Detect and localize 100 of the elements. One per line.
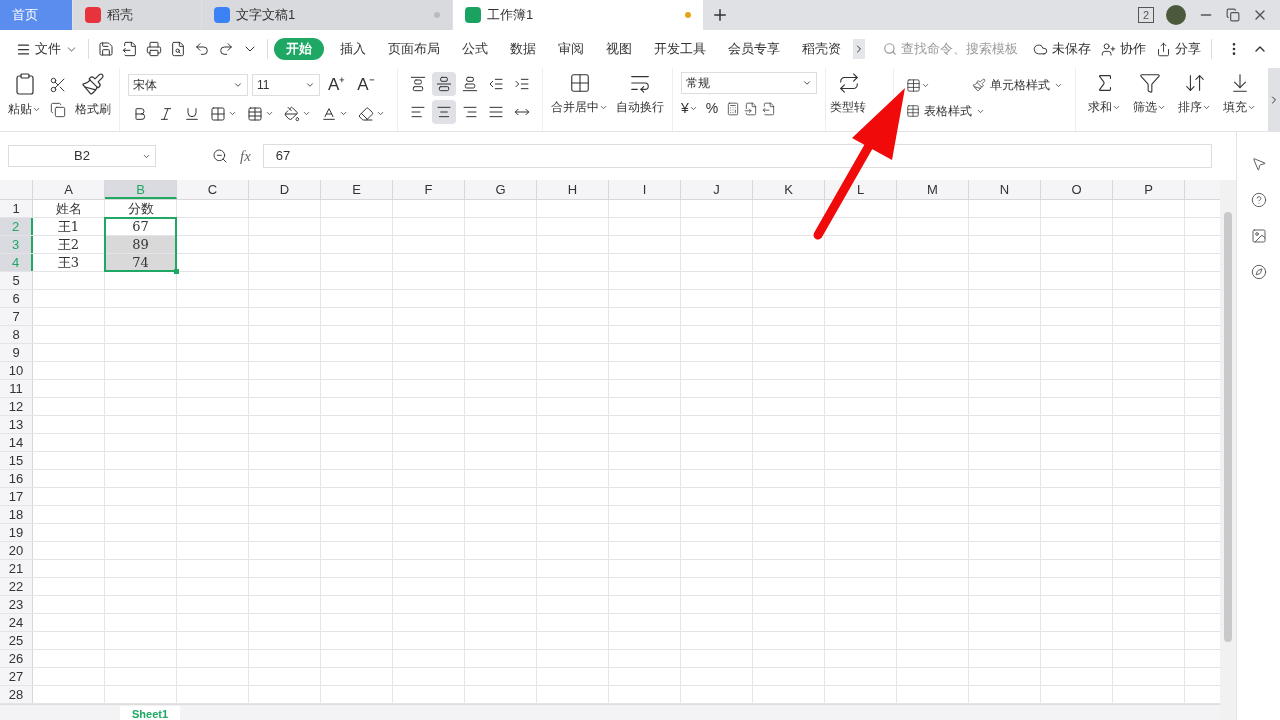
ribbon-tab[interactable]: 视图 xyxy=(596,38,642,60)
row-header[interactable]: 10 xyxy=(0,362,33,379)
toolbar-action[interactable]: 未保存 xyxy=(1029,39,1095,59)
cell[interactable]: 分数 xyxy=(105,200,177,217)
row-header[interactable]: 18 xyxy=(0,506,33,523)
zoom-icon[interactable] xyxy=(212,148,228,164)
vertical-scrollbar[interactable] xyxy=(1220,180,1236,720)
column-header[interactable]: M xyxy=(897,180,969,199)
column-header[interactable]: O xyxy=(1041,180,1113,199)
row-header[interactable]: 17 xyxy=(0,488,33,505)
row-header[interactable]: 8 xyxy=(0,326,33,343)
row-header[interactable]: 13 xyxy=(0,416,33,433)
merge-icon[interactable] xyxy=(568,72,591,94)
print-preview-icon[interactable] xyxy=(170,41,186,57)
column-header[interactable]: E xyxy=(321,180,393,199)
row-header[interactable]: 27 xyxy=(0,668,33,685)
column-header[interactable]: K xyxy=(753,180,825,199)
wrap-text-button[interactable]: 自动换行 xyxy=(616,98,664,116)
redo-icon[interactable] xyxy=(218,41,234,57)
row-header[interactable]: 11 xyxy=(0,380,33,397)
brush-icon[interactable] xyxy=(81,72,105,96)
cell[interactable]: 王1 xyxy=(33,218,105,235)
paste-button[interactable]: 粘贴 xyxy=(8,100,41,118)
row-header[interactable]: 15 xyxy=(0,452,33,469)
currency-button[interactable]: ¥ xyxy=(681,98,698,119)
ribbon-tab[interactable]: 审阅 xyxy=(548,38,594,60)
column-header[interactable]: F xyxy=(393,180,465,199)
row-header[interactable]: 28 xyxy=(0,686,33,703)
column-header[interactable]: L xyxy=(825,180,897,199)
ribbon-tab[interactable]: 稻壳资 xyxy=(792,38,851,60)
undo-icon[interactable] xyxy=(194,41,210,57)
row-header[interactable]: 5 xyxy=(0,272,33,289)
scroll-right-button[interactable] xyxy=(853,39,865,59)
ribbon-tab[interactable]: 插入 xyxy=(330,38,376,60)
font-size-button[interactable]: A⁻ xyxy=(353,72,379,98)
function-button[interactable]: fx xyxy=(240,144,251,168)
format-painter-button[interactable]: 格式刷 xyxy=(75,100,111,118)
type-convert-button[interactable]: 类型转 xyxy=(830,98,866,116)
toolbar-action[interactable]: 协作 xyxy=(1097,39,1150,59)
row-header[interactable]: 1 xyxy=(0,200,33,217)
cell[interactable]: 王3 xyxy=(33,254,105,271)
ribbon-tab[interactable]: 页面布局 xyxy=(378,38,450,60)
row-header[interactable]: 21 xyxy=(0,560,33,577)
formula-field[interactable]: 67 xyxy=(262,144,1212,168)
avatar[interactable] xyxy=(1166,5,1186,25)
print-icon[interactable] xyxy=(146,41,162,57)
font-size-button[interactable]: A⁺ xyxy=(324,72,350,98)
help-icon[interactable] xyxy=(1250,192,1267,208)
tab[interactable]: 稻壳 xyxy=(73,0,201,30)
tab[interactable]: 文字文稿1 xyxy=(202,0,452,30)
cell-style-button[interactable]: 单元格样式 xyxy=(972,76,1063,94)
tool-button[interactable]: 排序 xyxy=(1178,72,1211,116)
cursor-icon[interactable] xyxy=(1250,156,1267,172)
tab[interactable]: 工作簿1 xyxy=(453,0,703,30)
column-header[interactable]: J xyxy=(681,180,753,199)
ribbon-tab[interactable]: 会员专享 xyxy=(718,38,790,60)
table-style-button[interactable]: 表格样式 xyxy=(906,102,1063,120)
ribbon-tab[interactable]: 公式 xyxy=(452,38,498,60)
name-box[interactable]: B2 xyxy=(8,145,156,167)
center-align-button[interactable] xyxy=(432,100,456,124)
number-format-select[interactable]: 常规 xyxy=(681,72,817,94)
row-header[interactable]: 7 xyxy=(0,308,33,325)
cell[interactable]: 姓名 xyxy=(33,200,105,217)
ribbon-tab[interactable]: 开发工具 xyxy=(644,38,716,60)
tool-button[interactable]: 求和 xyxy=(1088,72,1121,116)
column-header[interactable]: D xyxy=(249,180,321,199)
file-menu[interactable]: 文件 xyxy=(12,39,82,59)
row-header[interactable]: 26 xyxy=(0,650,33,667)
column-header[interactable]: P xyxy=(1113,180,1185,199)
copy-icon[interactable] xyxy=(50,102,66,118)
cell[interactable]: 王2 xyxy=(33,236,105,253)
cell[interactable]: 67 xyxy=(105,218,177,235)
percent-button[interactable]: % xyxy=(701,98,723,119)
middle-align-button[interactable] xyxy=(432,72,456,96)
tool-button[interactable]: 筛选 xyxy=(1133,72,1166,116)
column-header[interactable]: N xyxy=(969,180,1041,199)
row-header[interactable]: 24 xyxy=(0,614,33,631)
cell[interactable]: 89 xyxy=(105,236,177,253)
ribbon-tab[interactable]: 数据 xyxy=(500,38,546,60)
column-header[interactable]: I xyxy=(609,180,681,199)
column-header[interactable]: C xyxy=(177,180,249,199)
tool-button[interactable]: 填充 xyxy=(1223,72,1256,116)
compass-icon[interactable] xyxy=(1250,264,1267,280)
restore-icon[interactable] xyxy=(1226,8,1240,22)
font-size-select[interactable]: 11 xyxy=(252,73,320,96)
column-header[interactable]: G xyxy=(465,180,537,199)
row-header[interactable]: 22 xyxy=(0,578,33,595)
toolbar-action[interactable]: 分享 xyxy=(1152,39,1205,59)
merge-center-button[interactable]: 合并居中 xyxy=(551,98,608,116)
row-header[interactable]: 12 xyxy=(0,398,33,415)
font-select[interactable]: 宋体 xyxy=(128,73,248,96)
row-header[interactable]: 9 xyxy=(0,344,33,361)
table-button[interactable] xyxy=(906,76,930,94)
column-header[interactable]: H xyxy=(537,180,609,199)
row-header[interactable]: 25 xyxy=(0,632,33,649)
row-header[interactable]: 23 xyxy=(0,596,33,613)
row-header[interactable]: 19 xyxy=(0,524,33,541)
row-header[interactable]: 14 xyxy=(0,434,33,451)
image-icon[interactable] xyxy=(1250,228,1267,244)
row-header[interactable]: 6 xyxy=(0,290,33,307)
